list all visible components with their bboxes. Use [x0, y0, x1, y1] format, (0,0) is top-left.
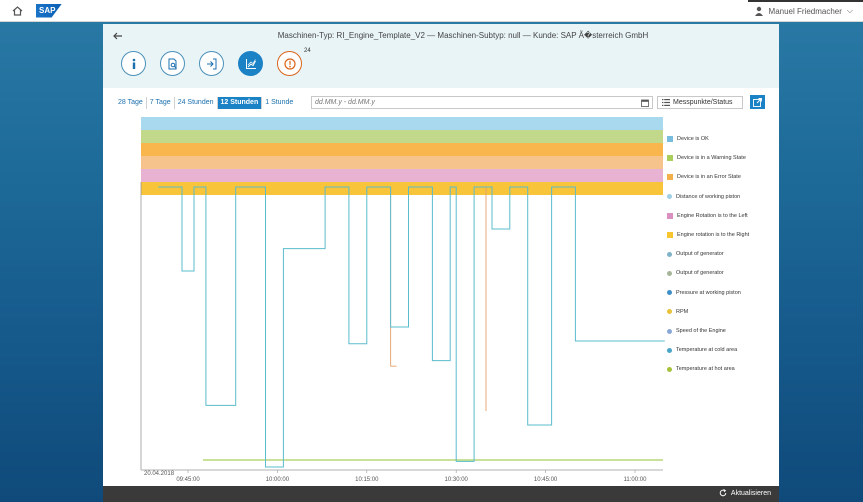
export-button[interactable] — [750, 95, 765, 109]
range-7-days[interactable]: 7 Tage — [147, 97, 175, 109]
x-tick-label: 10:30:00 — [445, 477, 469, 483]
user-menu[interactable]: Manuel Friedmacher ⌵ — [754, 0, 853, 22]
legend-item[interactable]: Device is OK — [667, 136, 709, 142]
tab-documents[interactable] — [160, 51, 185, 76]
list-icon — [662, 99, 670, 106]
legend-swatch — [667, 270, 672, 276]
info-icon — [132, 58, 135, 69]
user-icon — [754, 6, 763, 16]
home-icon — [12, 5, 22, 16]
range-1-hour[interactable]: 1 Stunde — [262, 97, 296, 109]
legend-swatch — [667, 174, 673, 181]
alert-count-badge: 24 — [304, 48, 311, 54]
import-icon — [206, 58, 216, 69]
legend-swatch — [667, 309, 672, 315]
date-range-placeholder: dd.MM.y - dd.MM.y — [315, 99, 375, 106]
range-12-hours[interactable]: 12 Stunden — [217, 97, 263, 109]
x-tick-label: 11:00:00 — [624, 477, 648, 483]
series-line-orange — [390, 187, 397, 367]
status-band — [141, 117, 663, 130]
legend-swatch — [667, 290, 672, 296]
x-tick-label: 10:00:00 — [266, 477, 290, 483]
x-tick-label: 10:45:00 — [534, 477, 558, 483]
page-title: Maschinen-Typ: RI_Engine_Template_V2 — M… — [277, 31, 649, 40]
legend-swatch — [667, 232, 673, 238]
calendar-icon[interactable] — [641, 99, 649, 107]
legend-label: Pressure at working piston — [676, 289, 741, 296]
legend-label: Device is in a Warning State — [677, 155, 746, 162]
refresh-button[interactable]: Aktualisieren — [719, 489, 771, 497]
refresh-icon — [719, 489, 727, 497]
legend-item[interactable]: Pressure at working piston — [667, 290, 741, 296]
legend-swatch — [667, 194, 672, 200]
date-label: 20.04.2018 — [144, 471, 175, 477]
status-band — [141, 182, 663, 195]
legend-item[interactable]: Temperature at hot area — [667, 366, 735, 372]
back-button[interactable] — [111, 29, 125, 43]
tab-alerts[interactable]: 24 — [277, 48, 311, 76]
measuring-points-label: Messpunkte/Status — [673, 99, 733, 106]
legend-item[interactable]: Output of generator — [667, 251, 724, 257]
legend-swatch — [667, 212, 673, 219]
footer-bar: Aktualisieren — [103, 486, 779, 502]
export-icon — [753, 97, 762, 107]
chevron-down-icon: ⌵ — [846, 6, 853, 15]
legend-swatch — [667, 366, 672, 372]
user-name: Manuel Friedmacher — [768, 6, 842, 16]
shell-bar: SAP Manuel Friedmacher ⌵ — [0, 0, 863, 22]
time-range-selector: 28 Tage 7 Tage 24 Stunden 12 Stunden 1 S… — [115, 96, 296, 110]
range-28-days[interactable]: 28 Tage — [115, 97, 147, 109]
legend-swatch — [667, 328, 672, 334]
legend-swatch — [667, 136, 673, 142]
legend-label: RPM — [676, 308, 689, 315]
legend-item[interactable]: Temperature at cold area — [667, 347, 737, 353]
status-band — [141, 143, 663, 156]
series-line-0 — [158, 186, 665, 468]
tab-chart[interactable] — [238, 51, 263, 76]
legend-item[interactable]: RPM — [667, 309, 688, 315]
legend-label: Speed of the Engine — [676, 328, 726, 334]
legend-label: Device is in an Error State — [677, 174, 741, 181]
sap-logo[interactable]: SAP — [36, 3, 62, 18]
tab-info[interactable] — [121, 51, 146, 76]
legend-label: Distance of working piston — [676, 193, 741, 200]
tab-import[interactable] — [199, 51, 224, 76]
legend-item[interactable]: Speed of the Engine — [667, 328, 726, 334]
legend-item[interactable]: Engine Rotation is to the Left — [667, 212, 748, 219]
legend-label: Output of generator — [676, 251, 724, 258]
object-header: Maschinen-Typ: RI_Engine_Template_V2 — M… — [103, 24, 779, 88]
date-range-input[interactable]: dd.MM.y - dd.MM.y — [311, 96, 653, 109]
legend-item[interactable]: Engine rotation is to the Right — [667, 232, 749, 238]
x-tick-label: 10:15:00 — [355, 477, 379, 483]
legend-swatch — [667, 251, 672, 257]
x-tick-label: 09:45:00 — [176, 477, 200, 483]
status-band — [141, 130, 663, 143]
legend-swatch — [667, 347, 672, 353]
back-arrow-icon — [113, 32, 122, 40]
status-band — [141, 169, 663, 182]
alert-icon — [283, 57, 296, 70]
legend-label: Device is OK — [677, 136, 709, 142]
legend-label: Temperature at hot area — [676, 366, 735, 373]
refresh-label: Aktualisieren — [730, 489, 771, 497]
legend-label: Temperature at cold area — [676, 347, 738, 354]
legend-item[interactable]: Device is in a Warning State — [667, 155, 746, 162]
legend-label: Output of generator — [676, 270, 724, 277]
document-search-icon — [168, 58, 177, 69]
shell-divider — [748, 0, 863, 2]
app-panel: Maschinen-Typ: RI_Engine_Template_V2 — M… — [103, 24, 779, 502]
legend-label: Engine rotation is to the Right — [677, 232, 750, 238]
legend-item[interactable]: Distance of working piston — [667, 194, 740, 200]
legend-item[interactable]: Output of generator — [667, 270, 724, 276]
machine-data-chart: 09:45:00 10:00:00 10:15:00 10:30:00 10:45:00… — [140, 117, 665, 483]
icon-tab-bar: 24 — [121, 48, 311, 76]
legend-label: Engine Rotation is to the Left — [677, 212, 748, 219]
chart-icon — [245, 58, 256, 69]
range-24-hours[interactable]: 24 Stunden — [175, 97, 218, 109]
legend-swatch — [667, 155, 673, 162]
home-button[interactable] — [6, 0, 28, 22]
status-band — [141, 156, 663, 169]
measuring-points-button[interactable]: Messpunkte/Status — [657, 96, 743, 109]
legend-item[interactable]: Device is in an Error State — [667, 174, 741, 181]
